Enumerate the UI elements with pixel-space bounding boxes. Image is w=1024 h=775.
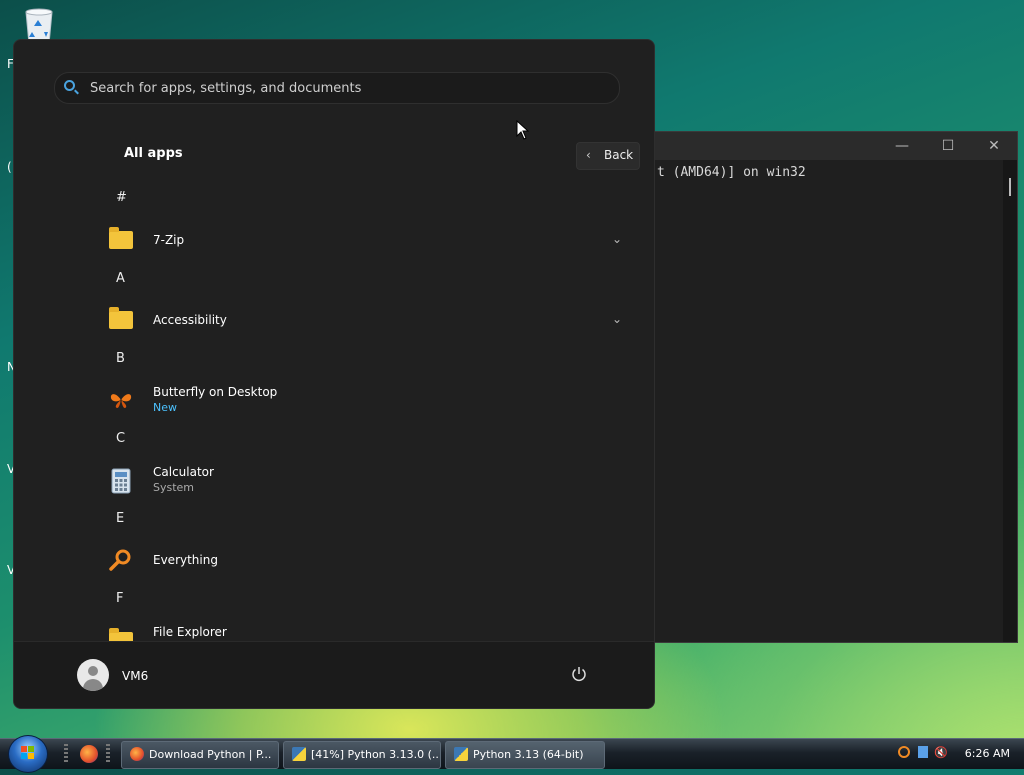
taskbar-button-firefox[interactable]: Download Python | P...: [121, 741, 279, 769]
app-name: Accessibility: [153, 313, 227, 327]
start-footer: VM6: [14, 641, 654, 708]
section-letter[interactable]: A: [116, 271, 125, 286]
search-icon: [64, 80, 75, 91]
app-name: File Explorer: [153, 625, 227, 639]
app-subtitle: System: [153, 481, 195, 494]
minimize-button[interactable]: —: [887, 136, 917, 156]
folder-icon: [108, 227, 134, 252]
python-console-window[interactable]: — ☐ ✕ t (AMD64)] on win32: [652, 131, 1018, 643]
app-name: Calculator: [153, 465, 214, 479]
taskbar-button-label: Download Python | P...: [149, 748, 272, 761]
taskbar-grip[interactable]: [64, 744, 68, 764]
maximize-button[interactable]: ☐: [933, 136, 963, 156]
all-apps-heading: All apps: [124, 146, 183, 161]
user-name[interactable]: VM6: [122, 669, 148, 683]
app-item-calculator[interactable]: Calculator System: [108, 460, 628, 500]
firefox-icon: [130, 747, 144, 761]
python-console-icon: [454, 747, 468, 761]
taskbar: Download Python | P... [41%] Python 3.13…: [0, 735, 1024, 773]
calculator-icon: [108, 468, 134, 494]
start-menu: All apps ‹ Back # A B C E F 7-Zip ⌄ Acce…: [13, 39, 655, 709]
section-letter[interactable]: E: [116, 511, 124, 526]
section-letter[interactable]: C: [116, 431, 125, 446]
taskbar-grip[interactable]: [106, 744, 110, 764]
app-item-7zip[interactable]: 7-Zip ⌄: [108, 220, 628, 260]
chevron-left-icon: ‹: [586, 148, 591, 162]
mouse-cursor-icon: [516, 119, 530, 143]
back-button[interactable]: ‹ Back: [576, 142, 640, 170]
scrollbar-thumb[interactable]: [1009, 178, 1011, 196]
start-orb-icon[interactable]: [8, 735, 48, 773]
taskbar-button-python-installer[interactable]: [41%] Python 3.13.0 (...: [283, 741, 441, 769]
taskbar-button-python-console[interactable]: Python 3.13 (64-bit): [445, 741, 605, 769]
butterfly-icon: [108, 388, 134, 412]
back-label: Back: [604, 148, 634, 162]
section-letter[interactable]: #: [116, 190, 127, 205]
section-letter[interactable]: B: [116, 351, 125, 366]
app-name: Butterfly on Desktop: [153, 385, 278, 399]
console-output: t (AMD64)] on win32: [657, 165, 806, 180]
magnifier-icon: [108, 548, 134, 572]
new-badge: New: [153, 401, 177, 414]
chevron-down-icon[interactable]: ⌄: [612, 312, 622, 326]
avatar[interactable]: [77, 659, 109, 691]
firefox-quicklaunch-icon[interactable]: [80, 745, 98, 763]
folder-icon: [108, 307, 134, 332]
app-item-butterfly[interactable]: Butterfly on Desktop New: [108, 380, 628, 420]
volume-muted-icon[interactable]: 🔇: [934, 746, 948, 759]
system-tray: 🔇 6:26 AM: [896, 739, 1024, 769]
search-box[interactable]: [54, 72, 620, 104]
desktop-icon-fragment: (: [7, 160, 12, 174]
power-icon[interactable]: [571, 666, 587, 682]
close-button[interactable]: ✕: [979, 136, 1009, 156]
console-scrollbar[interactable]: [1003, 160, 1017, 642]
taskbar-button-label: [41%] Python 3.13.0 (...: [311, 748, 441, 761]
app-item-everything[interactable]: Everything: [108, 540, 628, 580]
app-item-accessibility[interactable]: Accessibility ⌄: [108, 300, 628, 340]
python-installer-icon: [292, 747, 306, 761]
taskbar-button-label: Python 3.13 (64-bit): [473, 748, 584, 761]
clock[interactable]: 6:26 AM: [965, 747, 1010, 760]
chevron-down-icon[interactable]: ⌄: [612, 232, 622, 246]
everything-tray-icon[interactable]: [898, 746, 910, 758]
console-titlebar[interactable]: — ☐ ✕: [653, 132, 1017, 160]
search-input[interactable]: [90, 73, 590, 103]
section-letter[interactable]: F: [116, 591, 123, 606]
app-name: 7-Zip: [153, 233, 185, 247]
network-warning-icon[interactable]: [918, 746, 928, 758]
app-name: Everything: [153, 553, 218, 567]
